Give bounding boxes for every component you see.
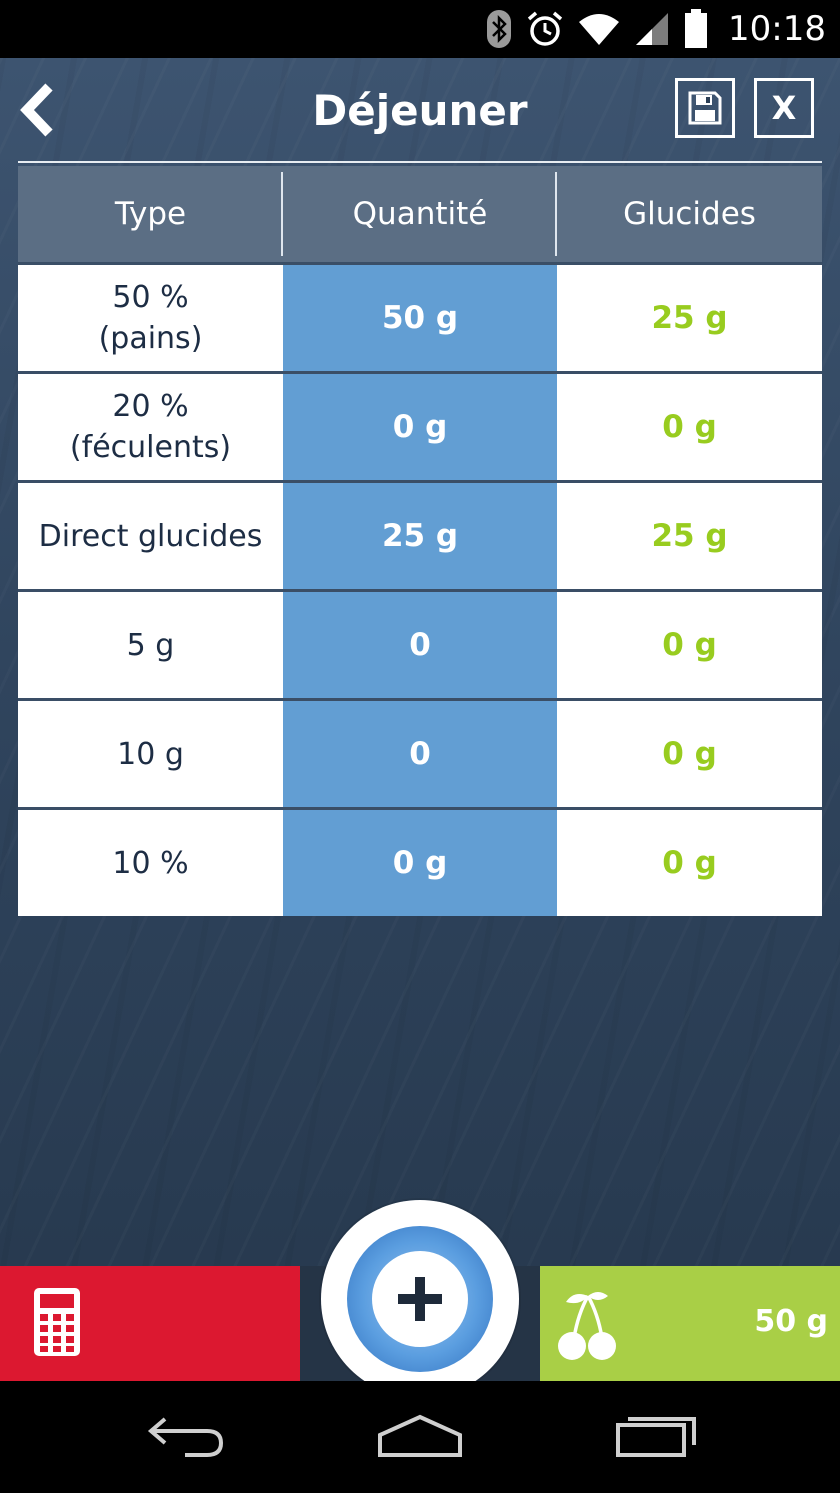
add-button-center — [372, 1251, 468, 1347]
type-sublabel: (pains) — [98, 321, 203, 356]
calculator-button[interactable] — [0, 1266, 300, 1381]
table-header: Type Quantité Glucides — [18, 166, 822, 262]
table-row: 5 g 0 0 g — [18, 589, 822, 698]
column-header-type: Type — [18, 166, 283, 262]
type-cell: 5 g — [126, 627, 175, 663]
carbs-cell: 0 g — [662, 844, 717, 881]
carbs-cell: 0 g — [662, 408, 717, 445]
app-screen: Déjeuner X Type Quantité Glucides 50 % (p… — [0, 58, 840, 1398]
add-food-button[interactable] — [321, 1200, 519, 1398]
carbs-cell: 0 g — [662, 735, 717, 772]
signal-icon — [634, 11, 670, 47]
type-cell: 20 % (féculents) — [18, 374, 283, 480]
plus-icon — [398, 1277, 442, 1321]
nav-home-icon[interactable] — [376, 1411, 464, 1459]
table-row: Direct glucides 25 g 25 g — [18, 480, 822, 589]
wifi-icon — [578, 12, 620, 46]
calculator-icon — [34, 1288, 80, 1356]
floppy-disk-icon — [688, 91, 722, 125]
table-row: 10 % 0 g 0 g — [18, 807, 822, 916]
nav-back-icon[interactable] — [145, 1411, 229, 1459]
carbs-total-value: 50 g — [754, 1304, 828, 1339]
close-icon: X — [771, 89, 797, 127]
column-header-carbs: Glucides — [623, 196, 756, 232]
navigation-bar — [0, 1381, 840, 1493]
type-cell: 10 g — [117, 736, 184, 772]
type-cell: Direct glucides — [38, 518, 263, 554]
nav-recent-apps-icon[interactable] — [614, 1411, 698, 1459]
table-row: 20 % (féculents) 0 g 0 g — [18, 371, 822, 480]
carbs-cell: 0 g — [662, 626, 717, 663]
type-label: 20 % — [112, 389, 189, 424]
add-button-ring — [347, 1226, 493, 1372]
quantity-cell[interactable]: 0 — [283, 701, 557, 807]
quantity-cell[interactable]: 0 g — [283, 810, 557, 916]
header: Déjeuner X — [0, 58, 840, 163]
type-sublabel: (féculents) — [69, 430, 232, 465]
status-bar: 10:18 — [0, 0, 840, 58]
table-row: 50 % (pains) 50 g 25 g — [18, 262, 822, 371]
battery-icon — [684, 9, 708, 49]
close-button[interactable]: X — [754, 78, 814, 138]
clock: 10:18 — [728, 9, 826, 49]
column-header-quantity: Quantité — [283, 166, 557, 262]
alarm-icon — [526, 10, 564, 48]
quantity-cell[interactable]: 0 — [283, 592, 557, 698]
carbs-cell: 25 g — [651, 299, 728, 336]
quantity-cell[interactable]: 0 g — [283, 374, 557, 480]
type-cell: 10 % — [112, 845, 189, 881]
type-cell: 50 % (pains) — [18, 265, 283, 371]
carbs-table: Type Quantité Glucides 50 % (pains) 50 g … — [18, 166, 822, 916]
quantity-cell[interactable]: 25 g — [283, 483, 557, 589]
cherry-icon — [558, 1292, 616, 1360]
carbs-cell: 25 g — [651, 517, 728, 554]
bluetooth-icon — [486, 9, 512, 49]
table-row: 10 g 0 0 g — [18, 698, 822, 807]
header-divider — [18, 161, 822, 163]
save-button[interactable] — [675, 78, 735, 138]
quantity-cell[interactable]: 50 g — [283, 265, 557, 371]
type-label: 50 % — [112, 280, 189, 315]
